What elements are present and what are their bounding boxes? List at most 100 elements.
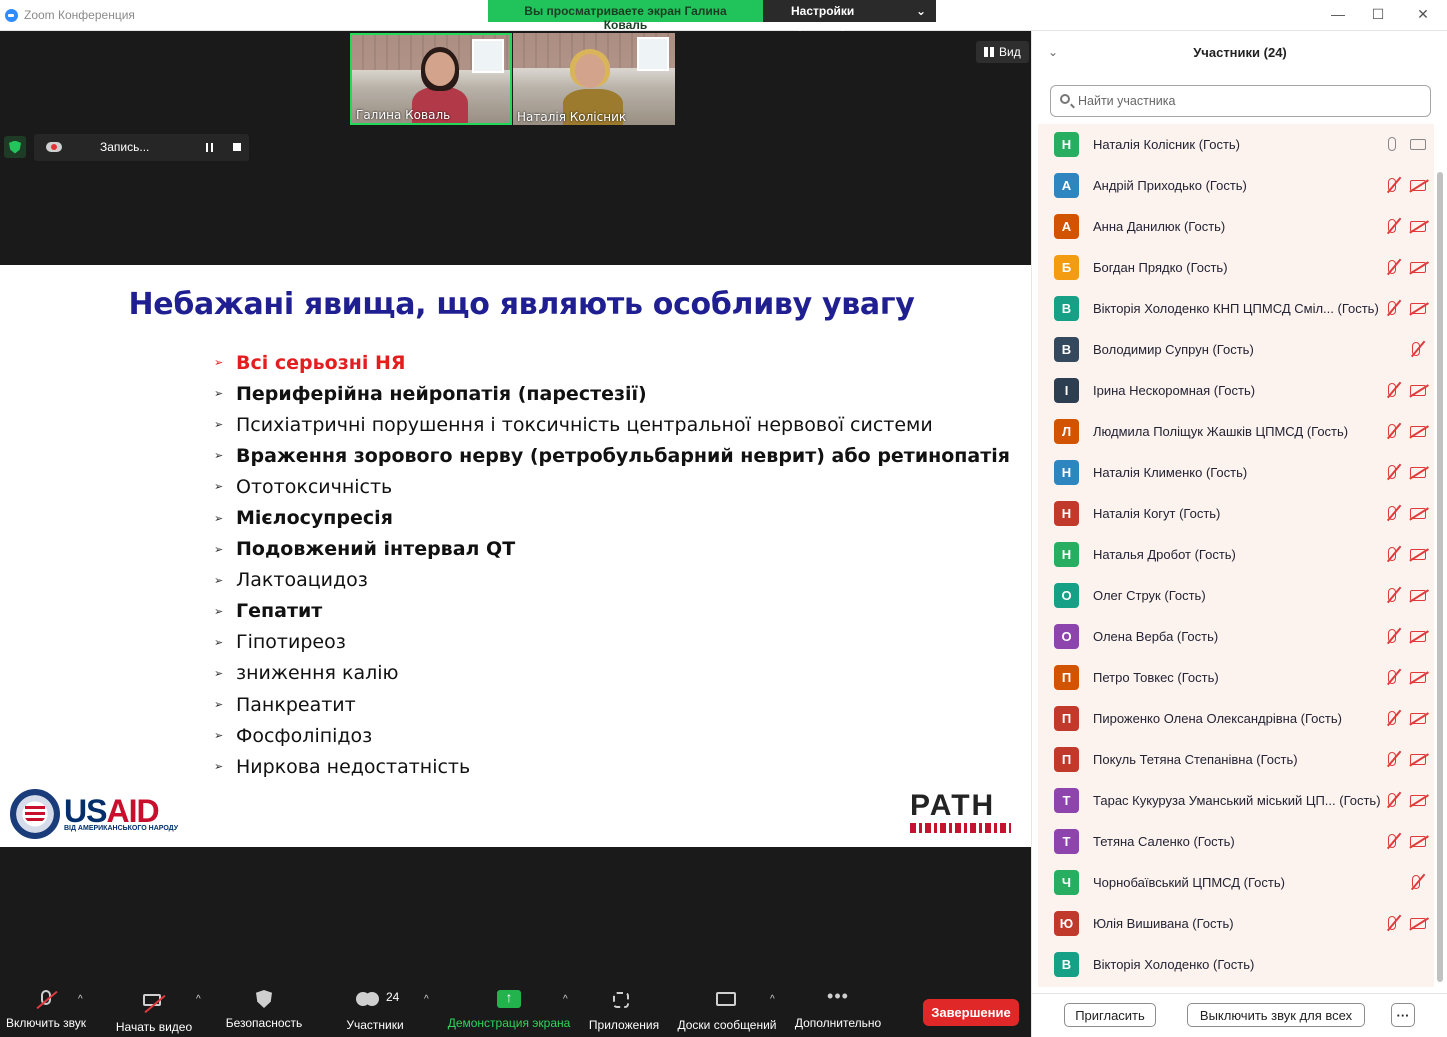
participant-row[interactable]: І Ірина Нескоромная (Гость)	[1038, 370, 1434, 411]
camera-off-icon[interactable]	[1410, 549, 1426, 560]
camera-off-icon[interactable]	[1410, 590, 1426, 601]
participant-row[interactable]: Н Наталья Дробот (Гость)	[1038, 534, 1434, 575]
panel-more-button[interactable]: ···	[1391, 1003, 1415, 1027]
participant-row[interactable]: П Петро Товкес (Гость)	[1038, 657, 1434, 698]
participant-row[interactable]: О Олег Струк (Гость)	[1038, 575, 1434, 616]
camera-off-icon[interactable]	[1410, 918, 1426, 929]
camera-off-icon[interactable]	[1410, 795, 1426, 806]
microphone-muted-icon[interactable]	[1412, 875, 1420, 889]
camera-off-icon[interactable]	[1410, 672, 1426, 683]
audio-options-caret-icon[interactable]: ^	[78, 994, 83, 1005]
mute-all-button[interactable]: Выключить звук для всех	[1187, 1003, 1365, 1027]
more-button[interactable]: ••• Дополнительно	[792, 987, 884, 1030]
share-options-caret-icon[interactable]: ^	[563, 994, 568, 1005]
microphone-muted-icon[interactable]	[1388, 670, 1396, 684]
camera-off-icon[interactable]	[1410, 303, 1426, 314]
minimize-button[interactable]: —	[1328, 6, 1348, 22]
participants-scrollbar[interactable]	[1436, 124, 1444, 987]
participant-row[interactable]: В Володимир Супрун (Гость)	[1038, 329, 1434, 370]
camera-icon[interactable]	[1410, 139, 1426, 150]
view-settings-button[interactable]: Настройки просмотра ⌄	[763, 0, 936, 32]
slide-bullet-text: Мієлосупресія	[236, 507, 393, 530]
participant-row[interactable]: Ю Юлія Вишивана (Гость)	[1038, 903, 1434, 944]
pause-recording-button[interactable]	[206, 143, 213, 152]
scroll-thumb[interactable]	[1437, 172, 1443, 982]
participant-row[interactable]: В Вікторія Холоденко КНП ЦПМСД Сміл... (Г…	[1038, 288, 1434, 329]
camera-off-icon[interactable]	[1410, 385, 1426, 396]
end-meeting-button[interactable]: Завершение	[923, 999, 1019, 1026]
camera-off-icon[interactable]	[1410, 713, 1426, 724]
avatar: О	[1054, 583, 1079, 608]
microphone-icon[interactable]	[1388, 137, 1396, 151]
microphone-muted-icon[interactable]	[1388, 301, 1396, 315]
camera-off-icon[interactable]	[1410, 836, 1426, 847]
microphone-muted-icon[interactable]	[1388, 711, 1396, 725]
camera-off-icon[interactable]	[1410, 631, 1426, 642]
microphone-muted-icon[interactable]	[1388, 547, 1396, 561]
view-button[interactable]: Вид	[976, 41, 1029, 63]
whiteboards-options-caret-icon[interactable]: ^	[770, 994, 775, 1005]
participant-row[interactable]: Т Тетяна Саленко (Гость)	[1038, 821, 1434, 862]
video-thumbnail[interactable]: Наталія Колісник	[513, 33, 675, 125]
participants-options-caret-icon[interactable]: ^	[424, 994, 429, 1005]
participant-row[interactable]: Л Людмила Поліщук Жашків ЦПМСД (Гость)	[1038, 411, 1434, 452]
usaid-word-a: US	[64, 792, 107, 829]
whiteboards-button[interactable]: Доски сообщений	[674, 990, 780, 1032]
participant-row[interactable]: Н Наталія Клименко (Гость)	[1038, 452, 1434, 493]
microphone-muted-icon[interactable]	[1388, 793, 1396, 807]
apps-button[interactable]: Приложения	[586, 990, 662, 1032]
participant-row[interactable]: П Покуль Тетяна Степанівна (Гость)	[1038, 739, 1434, 780]
camera-off-icon[interactable]	[1410, 508, 1426, 519]
participant-row[interactable]: А Андрій Приходько (Гость)	[1038, 165, 1434, 206]
microphone-muted-icon[interactable]	[1388, 588, 1396, 602]
bullet-arrow-icon: ➢	[214, 635, 224, 649]
camera-off-icon[interactable]	[1410, 467, 1426, 478]
participant-row[interactable]: В Вікторія Холоденко (Гость)	[1038, 944, 1434, 985]
start-video-button[interactable]: Начать видео	[114, 990, 194, 1034]
participants-button[interactable]: 24 Участники	[340, 990, 410, 1032]
microphone-muted-icon[interactable]	[1388, 916, 1396, 930]
participant-row[interactable]: Т Тарас Кукуруза Уманський міський ЦП... …	[1038, 780, 1434, 821]
microphone-muted-icon[interactable]	[1388, 219, 1396, 233]
bullet-arrow-icon: ➢	[214, 573, 224, 587]
search-input[interactable]	[1078, 92, 1423, 110]
close-button[interactable]: ✕	[1413, 6, 1433, 23]
chevron-down-icon[interactable]: ⌄	[1048, 45, 1058, 59]
participant-row[interactable]: О Олена Верба (Гость)	[1038, 616, 1434, 657]
participant-row[interactable]: Ч Чорнобаївський ЦПМСД (Гость)	[1038, 862, 1434, 903]
maximize-button[interactable]: ☐	[1368, 6, 1388, 23]
camera-off-icon[interactable]	[1410, 426, 1426, 437]
slide-bullet-item: ➢ Ниркова недостатність	[214, 751, 1010, 782]
participant-search[interactable]	[1050, 85, 1431, 117]
security-button[interactable]: Безопасность	[224, 990, 304, 1030]
microphone-muted-icon[interactable]	[1388, 260, 1396, 274]
microphone-muted-icon[interactable]	[1388, 465, 1396, 479]
participant-row[interactable]: Н Наталія Колісник (Гость)	[1038, 124, 1434, 165]
camera-off-icon[interactable]	[1410, 262, 1426, 273]
microphone-muted-icon[interactable]	[1412, 342, 1420, 356]
microphone-muted-icon[interactable]	[1388, 629, 1396, 643]
participant-name: Юлія Вишивана (Гость)	[1093, 916, 1234, 931]
microphone-muted-icon[interactable]	[1388, 383, 1396, 397]
camera-off-icon[interactable]	[1410, 221, 1426, 232]
video-options-caret-icon[interactable]: ^	[196, 994, 201, 1005]
participant-row[interactable]: А Анна Данилюк (Гость)	[1038, 206, 1434, 247]
participant-row[interactable]: Б Богдан Прядко (Гость)	[1038, 247, 1434, 288]
participant-row[interactable]: Н Наталія Когут (Гость)	[1038, 493, 1434, 534]
microphone-muted-icon[interactable]	[1388, 506, 1396, 520]
microphone-muted-icon[interactable]	[1388, 834, 1396, 848]
invite-button[interactable]: Пригласить	[1064, 1003, 1156, 1027]
microphone-muted-icon[interactable]	[1388, 752, 1396, 766]
microphone-muted-icon[interactable]	[1388, 424, 1396, 438]
participant-status-icons	[1378, 547, 1426, 563]
participant-row[interactable]: П Пироженко Олена Олександрівна (Гость)	[1038, 698, 1434, 739]
stop-recording-button[interactable]	[233, 143, 241, 151]
camera-off-icon[interactable]	[1410, 754, 1426, 765]
encryption-shield-icon[interactable]	[4, 136, 26, 158]
share-screen-button[interactable]: Демонстрация экрана	[446, 989, 572, 1030]
camera-off-icon[interactable]	[1410, 180, 1426, 191]
video-thumbnail[interactable]: Галина Коваль	[350, 33, 512, 125]
microphone-muted-icon[interactable]	[1388, 178, 1396, 192]
participant-name: Чорнобаївський ЦПМСД (Гость)	[1093, 875, 1285, 890]
unmute-button[interactable]: Включить звук	[4, 990, 88, 1030]
